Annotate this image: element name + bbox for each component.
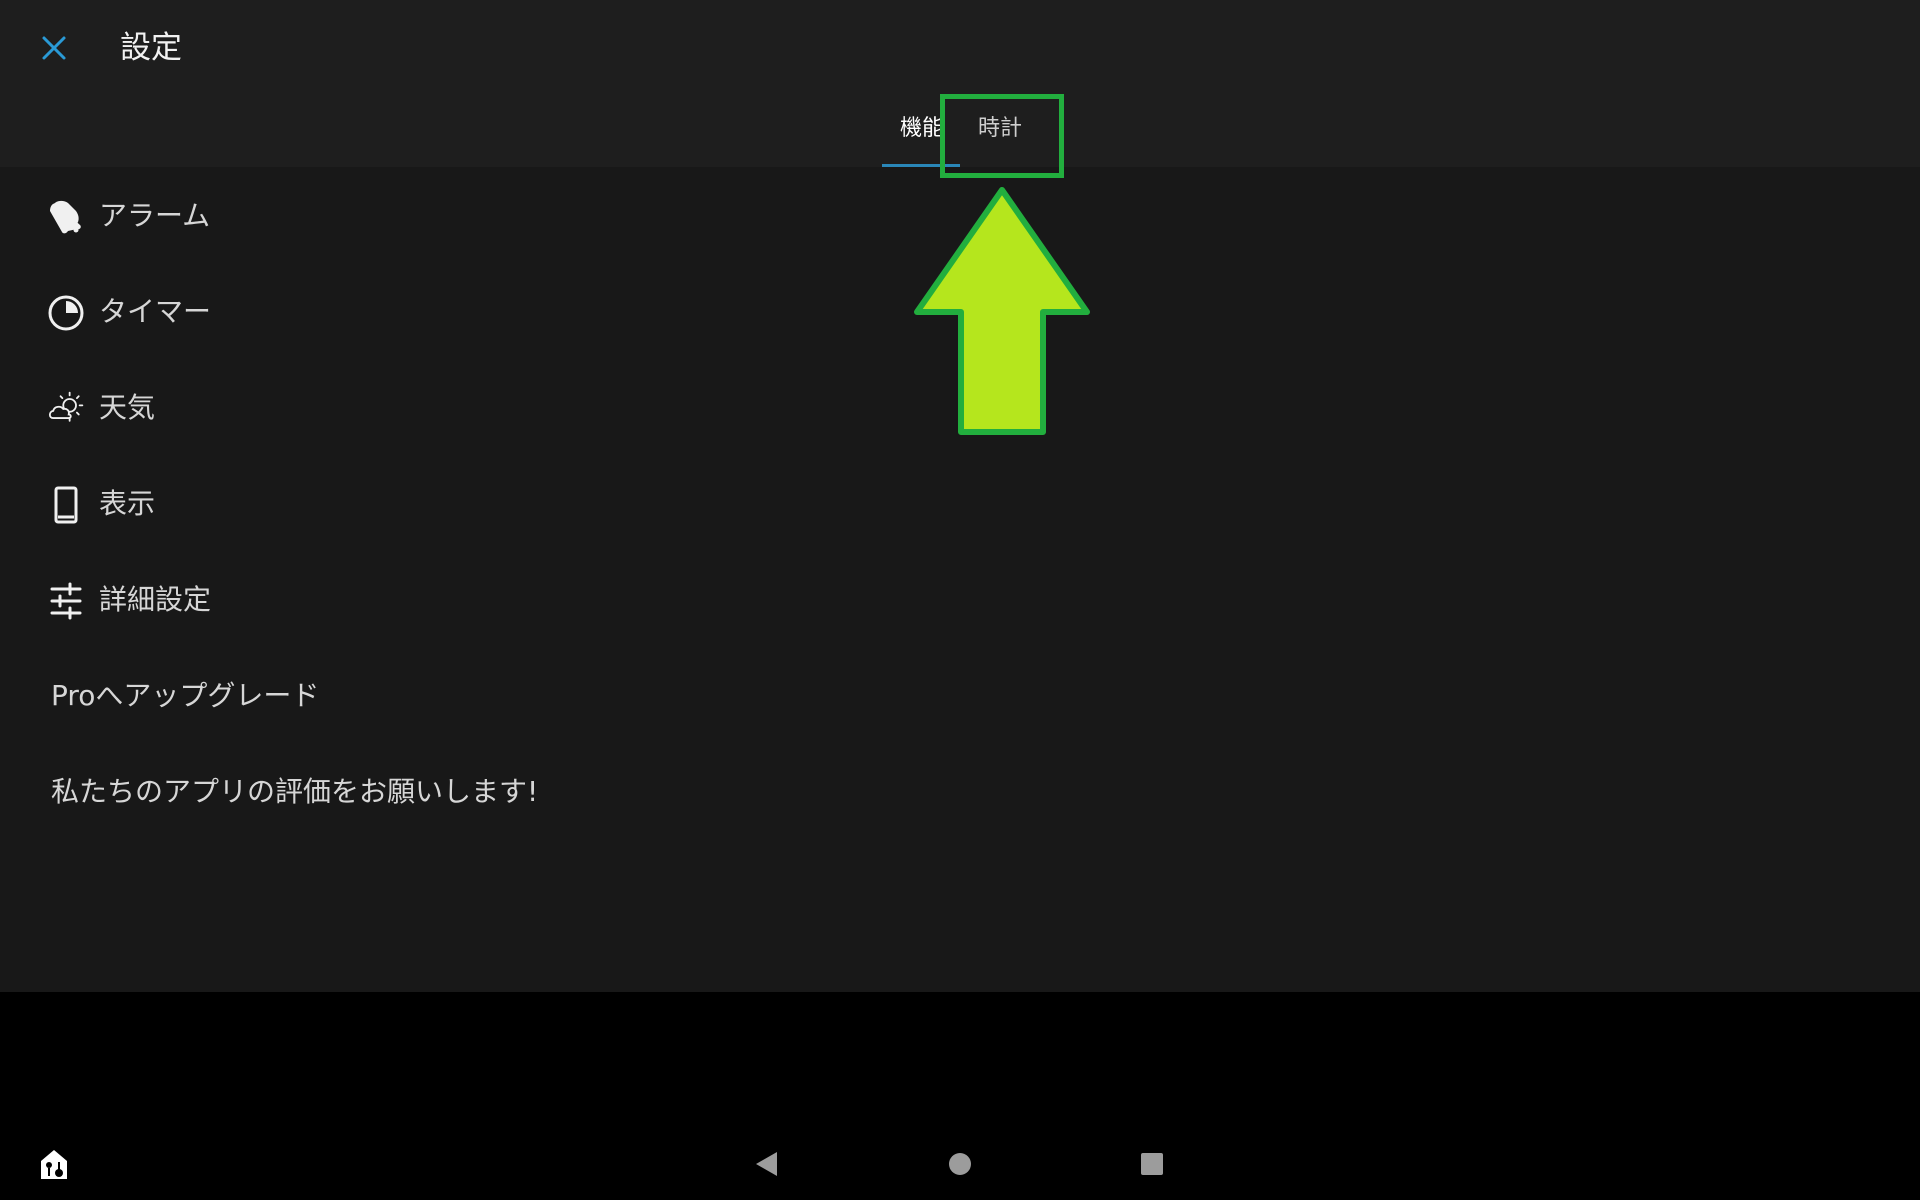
menu-item-timer[interactable]: タイマー — [0, 266, 1920, 356]
back-icon — [756, 1152, 777, 1176]
menu-item-advanced-settings[interactable]: 詳細設定 — [0, 554, 1920, 644]
menu-item-upgrade-pro[interactable]: Proへアップグレード — [0, 650, 1920, 740]
recents-icon — [1141, 1153, 1163, 1175]
menu-item-label: 表示 — [99, 487, 156, 520]
close-icon — [42, 36, 66, 60]
close-button[interactable] — [30, 24, 78, 72]
menu-item-label: Proへアップグレード — [51, 679, 320, 712]
system-navigation-bar — [0, 992, 1920, 1200]
recents-button[interactable] — [1134, 1146, 1170, 1182]
menu-item-label: タイマー — [99, 295, 212, 328]
timer-icon — [46, 293, 86, 333]
accessibility-icon — [41, 1150, 67, 1179]
home-button[interactable] — [942, 1146, 978, 1182]
alarm-bell-icon — [46, 197, 86, 237]
home-icon — [949, 1153, 971, 1175]
display-phone-icon — [46, 485, 86, 525]
accessibility-button[interactable] — [34, 1144, 74, 1184]
sliders-icon — [46, 581, 86, 621]
menu-item-alarm[interactable]: アラーム — [0, 170, 1920, 260]
page-title: 設定 — [120, 30, 182, 66]
menu-item-rate-app[interactable]: 私たちのアプリの評価をお願いします! — [0, 746, 1920, 836]
menu-item-label: 詳細設定 — [99, 583, 212, 616]
back-button[interactable] — [748, 1146, 784, 1182]
menu-item-label: アラーム — [99, 199, 211, 232]
settings-screen: 設定 機能 時計 アラーム タイマー 天気 表示 詳細設定 Proへアップグレー… — [0, 0, 1920, 992]
menu-item-label: 私たちのアプリの評価をお願いします! — [51, 775, 539, 808]
menu-item-weather[interactable]: 天気 — [0, 362, 1920, 452]
tab-features[interactable]: 機能 — [900, 114, 944, 144]
menu-item-display[interactable]: 表示 — [0, 458, 1920, 548]
weather-icon — [46, 389, 86, 429]
annotation-highlight-box — [940, 94, 1064, 178]
menu-item-label: 天気 — [99, 391, 156, 424]
